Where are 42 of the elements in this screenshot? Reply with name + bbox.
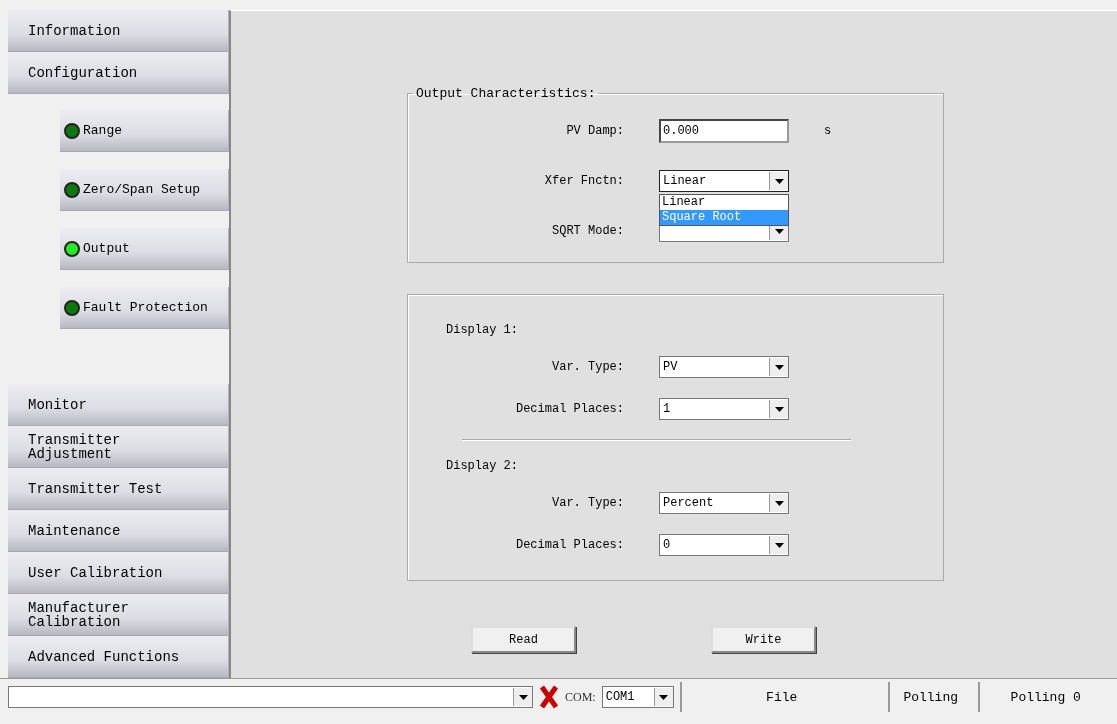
status-led-icon <box>64 240 80 257</box>
status-led-icon <box>64 299 80 316</box>
nav-button[interactable]: Transmitter Test <box>8 468 229 510</box>
nav-button[interactable]: Maintenance <box>8 510 229 552</box>
nav-button[interactable]: Information <box>8 10 229 52</box>
dropdown[interactable] <box>8 686 533 708</box>
port-dropdown[interactable]: COM1 <box>601 686 674 708</box>
dropdown[interactable]: 1 <box>659 398 789 420</box>
status-panel: Polling <box>887 682 972 712</box>
nav-subitem[interactable]: Fault Protection <box>60 287 229 329</box>
dropdown[interactable]: PV <box>659 356 789 378</box>
nav-subitem[interactable]: Zero/Span Setup <box>60 169 229 211</box>
nav-button[interactable]: Configuration <box>8 52 229 94</box>
dropdown[interactable]: Linear <box>659 170 789 192</box>
field-label: Decimal Places: <box>515 538 624 552</box>
dropdown[interactable]: 0 <box>659 534 789 556</box>
nav-button[interactable]: Transmitter Adjustment <box>8 426 229 468</box>
field-label: Var. Type: <box>552 360 624 374</box>
input-field[interactable]: 0.000 <box>659 119 789 143</box>
field-label: PV Damp: <box>566 124 624 138</box>
unit-label: s <box>824 124 833 138</box>
nav-button[interactable]: Manufacturer Calibration <box>8 594 229 636</box>
section-title: Display 2: <box>445 459 519 473</box>
field-label: Decimal Places: <box>515 402 624 416</box>
action-button[interactable]: Read <box>471 626 576 653</box>
field-label: Xfer Fnctn: <box>544 174 624 188</box>
field-label: SQRT Mode: <box>552 224 624 238</box>
field-label: Var. Type: <box>552 496 624 510</box>
status-led-icon <box>64 181 80 198</box>
status-panel: Polling 0 <box>977 682 1112 712</box>
nav-button[interactable]: Advanced Functions <box>8 636 229 678</box>
nav-subitem[interactable]: Range <box>60 110 229 152</box>
action-button[interactable]: Write <box>711 626 816 653</box>
dropdown[interactable]: Percent <box>659 492 789 514</box>
status-panel: File <box>679 682 882 712</box>
nav-button[interactable]: User Calibration <box>8 552 229 594</box>
nav-button[interactable]: Monitor <box>8 384 229 426</box>
section-title: Display 1: <box>445 323 519 337</box>
nav-subitem[interactable]: Output <box>60 228 229 270</box>
status-led-icon <box>64 122 80 139</box>
port-label: COM: <box>565 689 596 705</box>
group-title: Output Characteristics: <box>415 86 597 101</box>
